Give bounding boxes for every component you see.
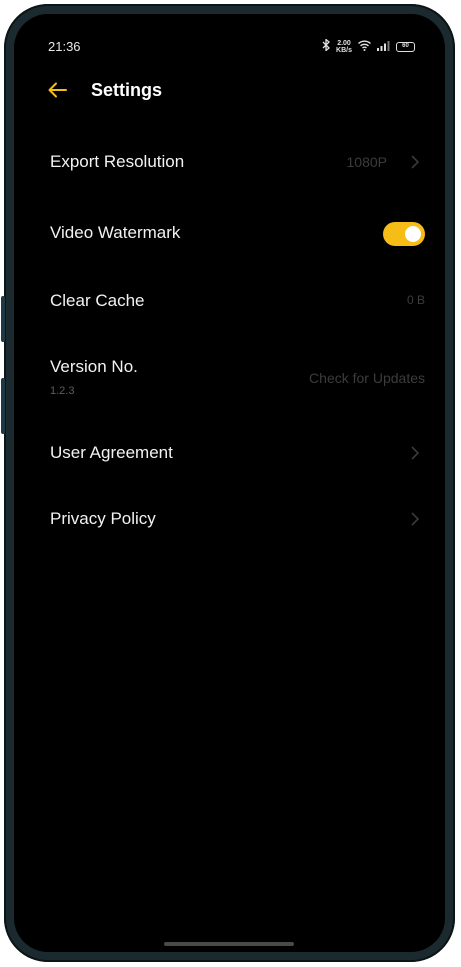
setting-export-resolution[interactable]: Export Resolution 1080P bbox=[14, 152, 445, 202]
setting-label: Clear Cache bbox=[50, 291, 145, 310]
setting-label: User Agreement bbox=[50, 443, 173, 462]
bluetooth-icon bbox=[322, 38, 331, 56]
wifi-icon bbox=[358, 38, 371, 56]
chevron-right-icon bbox=[409, 444, 421, 462]
toggle-knob bbox=[405, 226, 421, 242]
chevron-right-icon bbox=[409, 510, 421, 528]
side-button bbox=[1, 378, 5, 434]
arrow-left-icon[interactable] bbox=[46, 80, 70, 100]
setting-label: Privacy Policy bbox=[50, 509, 156, 528]
setting-version: Version No. 1.2.3 Check for Updates bbox=[14, 357, 445, 407]
battery-icon: 60 bbox=[396, 42, 415, 52]
status-icons: 2.00 KB/s 60 bbox=[322, 38, 415, 56]
page-title: Settings bbox=[91, 80, 163, 100]
chevron-right-icon bbox=[409, 153, 421, 171]
network-speed: 2.00 KB/s bbox=[336, 40, 352, 54]
setting-value: 1080P bbox=[346, 154, 387, 170]
signal-icon bbox=[377, 38, 390, 56]
version-number: 1.2.3 bbox=[50, 385, 75, 397]
home-indicator[interactable] bbox=[164, 942, 294, 946]
setting-value: 0 B bbox=[406, 293, 425, 307]
setting-label: Export Resolution bbox=[50, 152, 185, 171]
setting-video-watermark: Video Watermark bbox=[14, 222, 445, 273]
setting-label: Version No. bbox=[50, 357, 138, 376]
check-updates-button[interactable]: Check for Updates bbox=[309, 370, 425, 386]
watermark-toggle[interactable] bbox=[383, 222, 425, 246]
screen: 21:36 2.00 KB/s 60 Settings Export Resol… bbox=[14, 14, 445, 952]
network-speed-unit: KB/s bbox=[336, 47, 352, 54]
setting-privacy-policy[interactable]: Privacy Policy bbox=[14, 509, 445, 559]
status-bar: 21:36 2.00 KB/s 60 bbox=[14, 14, 445, 58]
status-time: 21:36 bbox=[48, 39, 81, 54]
setting-label: Video Watermark bbox=[50, 223, 181, 242]
side-button bbox=[1, 296, 5, 342]
setting-clear-cache[interactable]: Clear Cache 0 B bbox=[14, 291, 445, 341]
header: Settings bbox=[14, 72, 445, 112]
setting-user-agreement[interactable]: User Agreement bbox=[14, 443, 445, 493]
network-speed-value: 2.00 bbox=[337, 40, 351, 47]
